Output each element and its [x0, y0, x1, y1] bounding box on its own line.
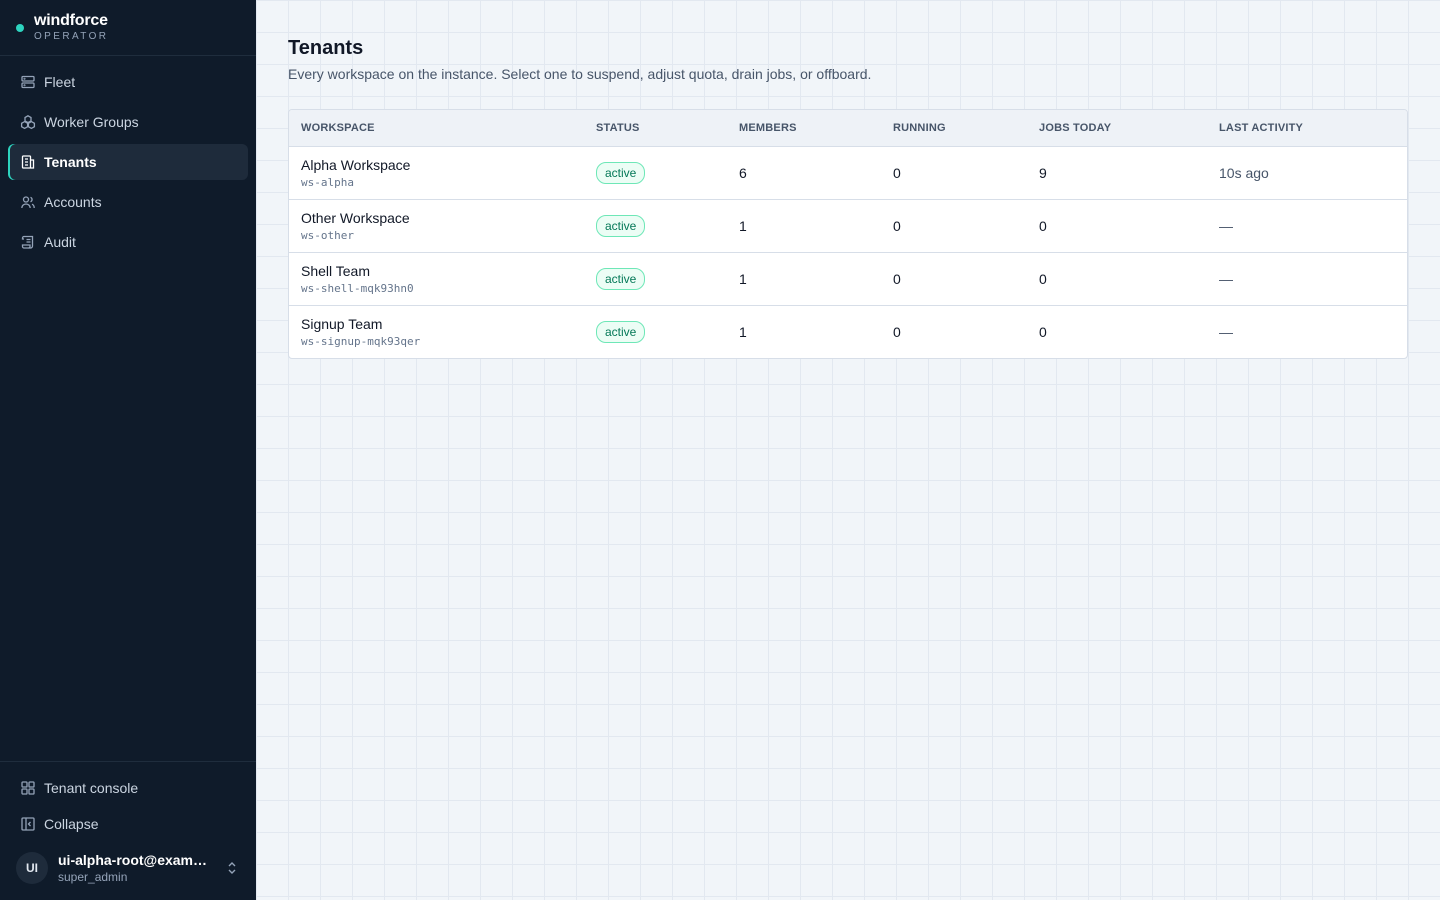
- status-cell: active: [584, 252, 727, 305]
- collapse-label: Collapse: [44, 816, 99, 832]
- brand-status-dot: [16, 23, 24, 32]
- status-badge: active: [596, 161, 646, 184]
- jobs-today-cell: 0: [1039, 270, 1047, 287]
- last-activity-cell: 10s ago: [1219, 164, 1269, 181]
- workspace-cell: Signup Team ws-signup-mqk93qer: [289, 305, 584, 358]
- sidebar-item-tenants[interactable]: Tenants: [8, 144, 248, 180]
- brand-name: windforce: [34, 12, 108, 29]
- jobs-today-cell: 0: [1039, 217, 1047, 234]
- status-badge: active: [596, 267, 646, 290]
- workspace-slug: ws-other: [301, 229, 354, 242]
- user-role: super_admin: [58, 870, 128, 884]
- last-activity-cell: —: [1219, 323, 1233, 340]
- sidebar-item-label: Accounts: [44, 194, 102, 210]
- server-icon: [20, 74, 36, 90]
- column-header-running[interactable]: RUNNING: [881, 110, 1027, 146]
- sidebar-item-label: Tenants: [44, 154, 97, 170]
- status-cell: active: [584, 199, 727, 252]
- status-cell: active: [584, 146, 727, 199]
- sidebar-item-worker-groups[interactable]: Worker Groups: [8, 104, 248, 140]
- workspace-name: Other Workspace: [301, 210, 410, 226]
- tenant-console-link[interactable]: Tenant console: [8, 770, 248, 806]
- page-subtitle: Every workspace on the instance. Select …: [288, 66, 872, 82]
- workspace-slug: ws-shell-mqk93hn0: [301, 282, 414, 295]
- brand-subtitle: OPERATOR: [34, 31, 109, 42]
- members-cell: 1: [739, 323, 747, 340]
- column-header-last-activity[interactable]: LAST ACTIVITY: [1207, 110, 1407, 146]
- user-email: ui-alpha-root@exampl...: [58, 852, 214, 868]
- running-cell: 0: [893, 270, 901, 287]
- tenants-table: WORKSPACE STATUS MEMBERS RUNNING JOBS TO…: [289, 110, 1407, 358]
- sidebar-item-label: Audit: [44, 234, 76, 250]
- workspace-name: Shell Team: [301, 263, 371, 279]
- main-content: Tenants Every workspace on the instance.…: [256, 0, 1440, 900]
- table-row[interactable]: Shell Team ws-shell-mqk93hn0 active 1 0 …: [289, 252, 1407, 305]
- members-cell: 1: [739, 217, 747, 234]
- column-header-members[interactable]: MEMBERS: [727, 110, 881, 146]
- workspace-name: Alpha Workspace: [301, 157, 411, 173]
- sidebar-nav: Fleet Worker Groups Tenants Accounts Aud…: [0, 56, 256, 260]
- page-title: Tenants: [288, 37, 364, 59]
- table-row[interactable]: Signup Team ws-signup-mqk93qer active 1 …: [289, 305, 1407, 358]
- jobs-today-cell: 0: [1039, 323, 1047, 340]
- sidebar-item-audit[interactable]: Audit: [8, 224, 248, 260]
- status-badge: active: [596, 320, 646, 343]
- sidebar: windforce OPERATOR Fleet Worker Groups T…: [0, 0, 256, 900]
- table-row[interactable]: Other Workspace ws-other active 1 0 0 —: [289, 199, 1407, 252]
- members-cell: 1: [739, 270, 747, 287]
- table-header-row: WORKSPACE STATUS MEMBERS RUNNING JOBS TO…: [289, 110, 1407, 146]
- jobs-today-cell: 9: [1039, 164, 1047, 181]
- avatar: UI: [16, 852, 48, 884]
- sidebar-item-accounts[interactable]: Accounts: [8, 184, 248, 220]
- workspace-cell: Shell Team ws-shell-mqk93hn0: [289, 252, 584, 305]
- running-cell: 0: [893, 217, 901, 234]
- building-icon: [20, 154, 36, 170]
- members-cell: 6: [739, 164, 747, 181]
- sidebar-item-fleet[interactable]: Fleet: [8, 64, 248, 100]
- sidebar-item-label: Worker Groups: [44, 114, 139, 130]
- column-header-jobs-today[interactable]: JOBS TODAY: [1027, 110, 1207, 146]
- table-row[interactable]: Alpha Workspace ws-alpha active 6 0 9 10…: [289, 146, 1407, 199]
- workspace-name: Signup Team: [301, 316, 383, 333]
- status-cell: active: [584, 305, 727, 358]
- column-header-workspace[interactable]: WORKSPACE: [289, 110, 584, 146]
- workspace-slug: ws-signup-mqk93qer: [301, 335, 421, 349]
- last-activity-cell: —: [1219, 270, 1233, 287]
- last-activity-cell: —: [1219, 217, 1233, 234]
- scroll-icon: [20, 234, 36, 250]
- running-cell: 0: [893, 323, 901, 340]
- sidebar-footer: Tenant console Collapse UI ui-alpha-root…: [0, 761, 256, 900]
- chevron-up-down-icon[interactable]: [224, 860, 240, 876]
- boxes-icon: [20, 114, 36, 130]
- workspace-cell: Alpha Workspace ws-alpha: [289, 146, 584, 199]
- collapse-button[interactable]: Collapse: [8, 806, 248, 842]
- grid-icon: [20, 780, 36, 796]
- brand[interactable]: windforce OPERATOR: [0, 0, 256, 56]
- tenant-console-label: Tenant console: [44, 780, 139, 796]
- collapse-icon: [20, 816, 36, 832]
- status-badge: active: [596, 214, 646, 237]
- workspace-slug: ws-alpha: [301, 176, 354, 189]
- column-header-status[interactable]: STATUS: [584, 110, 727, 146]
- users-icon: [20, 194, 36, 210]
- workspace-cell: Other Workspace ws-other: [289, 199, 584, 252]
- user-menu[interactable]: UI ui-alpha-root@exampl... super_admin: [8, 842, 248, 894]
- running-cell: 0: [893, 164, 901, 181]
- sidebar-item-label: Fleet: [44, 74, 76, 90]
- tenants-table-card: WORKSPACE STATUS MEMBERS RUNNING JOBS TO…: [288, 109, 1408, 359]
